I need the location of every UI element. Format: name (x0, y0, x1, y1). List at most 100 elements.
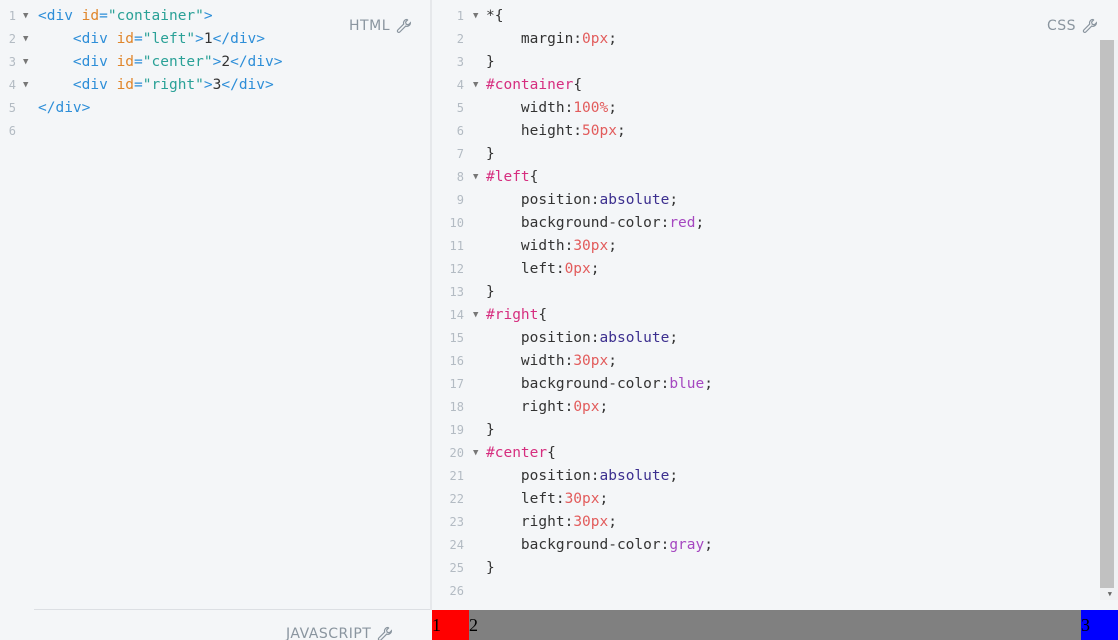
code-line[interactable]: 4 ▼ #container{ (432, 74, 1118, 97)
code-line[interactable]: 13} (432, 281, 1118, 304)
code-token: = (134, 31, 143, 47)
html-editor-pane[interactable]: HTML 1 ▼ <div id="container"> 2 ▼ <div id="l… (0, 0, 430, 610)
code-text[interactable]: #container{ (486, 74, 582, 97)
code-line[interactable]: 2 ▼ <div id="left">1</div> (0, 28, 430, 51)
code-text[interactable]: } (486, 51, 495, 74)
css-editor-pane[interactable]: CSS 1 ▼ *{2 margin:0px; 3} 4 ▼ #container{5 wi… (432, 0, 1118, 610)
code-text[interactable]: left:0px; (486, 258, 600, 281)
code-token: position: (486, 330, 600, 346)
code-line[interactable]: 11 width:30px; (432, 235, 1118, 258)
code-text[interactable]: } (486, 419, 495, 442)
code-line[interactable]: 9 position:absolute; (432, 189, 1118, 212)
fold-arrow-icon[interactable]: ▼ (23, 5, 28, 28)
code-token: 100% (573, 100, 609, 116)
code-line[interactable]: 6 (0, 120, 430, 143)
code-token: 30px (564, 491, 600, 507)
code-token: 0px (564, 261, 591, 277)
css-scrollbar[interactable]: ▼ (1100, 40, 1118, 600)
code-text[interactable]: position:absolute; (486, 465, 678, 488)
code-text[interactable]: width:100%; (486, 97, 617, 120)
code-text[interactable]: <div id="container"> (38, 5, 213, 28)
code-text[interactable]: margin:0px; (486, 28, 617, 51)
code-text[interactable]: position:absolute; (486, 327, 678, 350)
code-text[interactable]: <div id="center">2</div> (38, 51, 283, 74)
code-text[interactable]: right:0px; (486, 396, 608, 419)
result-preview[interactable]: 1 2 3 (432, 610, 1118, 640)
fold-arrow-icon[interactable]: ▼ (473, 166, 478, 189)
line-number: 6 (456, 124, 464, 138)
line-number: 21 (449, 469, 464, 483)
code-token: right: (486, 514, 574, 530)
code-line[interactable]: 1 ▼ <div id="container"> (0, 5, 430, 28)
code-text[interactable]: </div> (38, 97, 90, 120)
scroll-down-arrow-icon[interactable]: ▼ (1108, 590, 1112, 598)
fold-arrow-icon[interactable]: ▼ (473, 5, 478, 28)
code-text[interactable]: position:absolute; (486, 189, 678, 212)
code-line[interactable]: 5 width:100%; (432, 97, 1118, 120)
code-text[interactable]: height:50px; (486, 120, 626, 143)
code-token: ; (599, 491, 609, 507)
fold-arrow-icon[interactable]: ▼ (23, 51, 28, 74)
fold-arrow-icon[interactable]: ▼ (473, 74, 478, 97)
code-text[interactable]: left:30px; (486, 488, 608, 511)
fold-arrow-icon[interactable]: ▼ (473, 304, 478, 327)
preview-center-box: 2 (469, 610, 1081, 640)
code-token: > (203, 77, 213, 93)
code-line[interactable]: 16 width:30px; (432, 350, 1118, 373)
code-text[interactable]: #right{ (486, 304, 547, 327)
code-line[interactable]: 26 (432, 580, 1118, 603)
code-text[interactable]: #left{ (486, 166, 538, 189)
code-token: background-color: (486, 376, 670, 392)
code-line[interactable]: 14 ▼ #right{ (432, 304, 1118, 327)
code-text[interactable]: right:30px; (486, 511, 617, 534)
code-token: blue (669, 376, 705, 392)
code-line[interactable]: 25} (432, 557, 1118, 580)
code-line[interactable]: 18 right:0px; (432, 396, 1118, 419)
code-line[interactable]: 5 </div> (0, 97, 430, 120)
code-line[interactable]: 4 ▼ <div id="right">3</div> (0, 74, 430, 97)
code-line[interactable]: 3} (432, 51, 1118, 74)
javascript-editor-pane[interactable]: 1 JAVASCRIPT (0, 610, 430, 640)
code-line[interactable]: 1 ▼ *{ (432, 5, 1118, 28)
code-text[interactable]: background-color:gray; (486, 534, 713, 557)
css-code-lines[interactable]: 1 ▼ *{2 margin:0px; 3} 4 ▼ #container{5 width:… (432, 5, 1118, 603)
code-text[interactable]: <div id="left">1</div> (38, 28, 265, 51)
fold-arrow-icon[interactable]: ▼ (23, 74, 28, 97)
fold-arrow-icon[interactable]: ▼ (23, 28, 28, 51)
code-text[interactable]: background-color:blue; (486, 373, 713, 396)
code-text[interactable]: background-color:red; (486, 212, 704, 235)
code-line[interactable]: 24 background-color:gray; (432, 534, 1118, 557)
css-scrollbar-thumb[interactable] (1100, 40, 1114, 588)
code-line[interactable]: 15 position:absolute; (432, 327, 1118, 350)
code-line[interactable]: 10 background-color:red; (432, 212, 1118, 235)
code-line[interactable]: 8 ▼ #left{ (432, 166, 1118, 189)
code-line[interactable]: 7} (432, 143, 1118, 166)
code-line[interactable]: 17 background-color:blue; (432, 373, 1118, 396)
code-line[interactable]: 3 ▼ <div id="center">2</div> (0, 51, 430, 74)
code-token: ; (599, 399, 609, 415)
code-text[interactable]: #center{ (486, 442, 556, 465)
code-line[interactable]: 6 height:50px; (432, 120, 1118, 143)
code-text[interactable]: } (486, 557, 495, 580)
wrench-icon[interactable] (377, 626, 393, 640)
code-line[interactable]: 12 left:0px; (432, 258, 1118, 281)
code-token: 30px (573, 353, 609, 369)
code-text[interactable]: } (486, 281, 495, 304)
line-number: 16 (449, 354, 464, 368)
code-line[interactable]: 20 ▼ #center{ (432, 442, 1118, 465)
javascript-pane-header: JAVASCRIPT (286, 626, 393, 640)
code-text[interactable]: width:30px; (486, 235, 617, 258)
fold-arrow-icon[interactable]: ▼ (473, 442, 478, 465)
code-line[interactable]: 19} (432, 419, 1118, 442)
code-line[interactable]: 21 position:absolute; (432, 465, 1118, 488)
html-code-lines[interactable]: 1 ▼ <div id="container"> 2 ▼ <div id="left">… (0, 5, 430, 143)
code-text[interactable]: } (486, 143, 495, 166)
code-text[interactable]: *{ (486, 5, 503, 28)
code-text[interactable]: <div id="right">3</div> (38, 74, 274, 97)
code-line[interactable]: 22 left:30px; (432, 488, 1118, 511)
line-number: 18 (449, 400, 464, 414)
code-line[interactable]: 23 right:30px; (432, 511, 1118, 534)
code-line[interactable]: 2 margin:0px; (432, 28, 1118, 51)
code-text[interactable]: width:30px; (486, 350, 617, 373)
